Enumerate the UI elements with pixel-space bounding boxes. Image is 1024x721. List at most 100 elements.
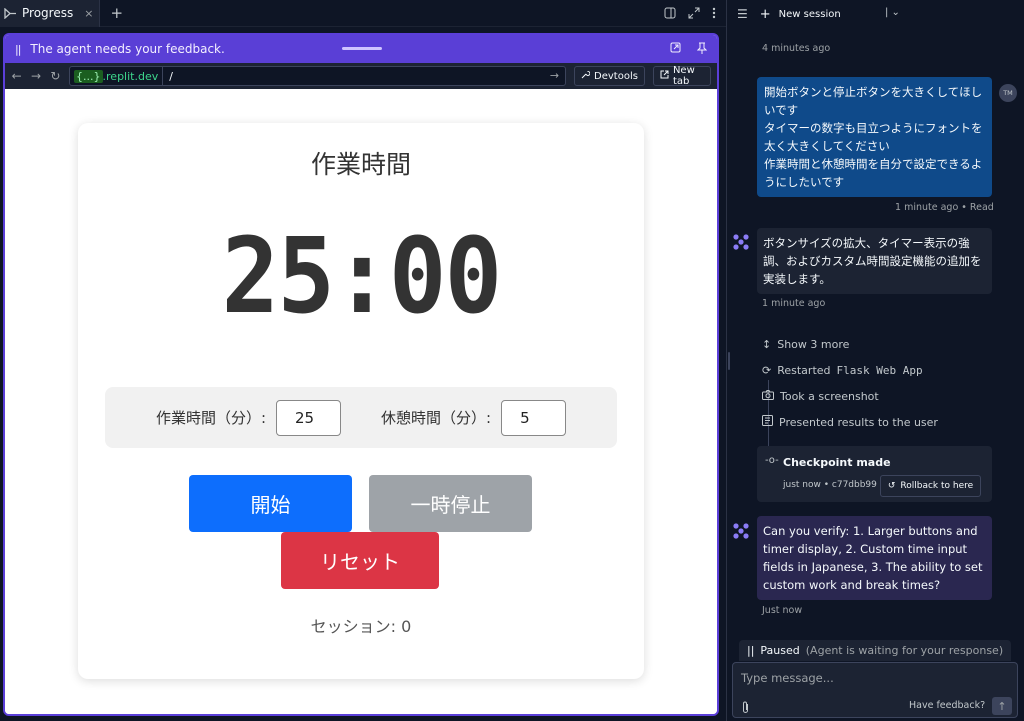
url-bar: ← → ↻ {...} .replit.dev / → Devtools New… — [5, 63, 717, 89]
forward-icon[interactable]: → — [30, 69, 41, 83]
webview-panel: || The agent needs your feedback. ← → ↻ … — [3, 33, 719, 716]
domain-prefix: {...} — [74, 69, 103, 83]
work-time-label: 作業時間（分）: — [155, 409, 266, 427]
agent-message: ボタンサイズの拡大、タイマー表示の強調、およびカスタム時間設定機能の追加を実装し… — [757, 228, 992, 294]
user-message: 開始ボタンと停止ボタンを大きくしてほしいです タイマーの数字も目立つようにフォン… — [757, 77, 992, 197]
external-link-icon — [660, 70, 669, 82]
show-more-label: Show 3 more — [777, 337, 850, 351]
send-icon[interactable]: ↑ — [992, 697, 1012, 715]
new-tab-button[interactable]: New tab — [652, 65, 712, 87]
agent-message-text: ボタンサイズの拡大、タイマー表示の強調、およびカスタム時間設定機能の追加を実装し… — [763, 236, 982, 286]
message-composer: Type message... Have feedback? ↑ — [732, 662, 1018, 718]
url-path: / — [169, 69, 173, 83]
chat-header: ☰ + New session | ⌄ — [727, 0, 1024, 28]
paused-sub: (Agent is waiting for your response) — [805, 644, 1004, 657]
agent-question-time: Just now — [762, 605, 803, 616]
agent-message-time: 1 minute ago — [762, 298, 826, 309]
user-message-time: 1 minute ago — [895, 202, 959, 213]
action-restart-prefix: Restarted — [777, 363, 831, 377]
more-vertical-icon[interactable] — [712, 4, 716, 23]
reset-button[interactable]: リセット — [281, 532, 439, 589]
rollback-label: Rollback to here — [900, 481, 974, 491]
address-field[interactable]: {...} .replit.dev / → — [69, 66, 567, 86]
rollback-icon: ↺ — [887, 481, 896, 491]
pause-button[interactable]: 一時停止 — [369, 475, 532, 532]
resize-grip[interactable] — [728, 352, 730, 370]
start-button[interactable]: 開始 — [189, 475, 352, 532]
url-domain: {...} .replit.dev — [70, 67, 164, 85]
split-view-icon[interactable] — [664, 4, 676, 23]
tab-label: Progress — [22, 6, 74, 20]
avatar: TM — [999, 84, 1017, 102]
new-tab-label: New tab — [672, 65, 695, 87]
agent-icon — [733, 523, 749, 539]
new-session-button[interactable]: New session — [779, 9, 841, 20]
checkpoint-time: just now — [783, 480, 821, 490]
break-time-label: 休憩時間（分）: — [381, 409, 492, 427]
wrench-icon — [581, 70, 591, 82]
tab-bar: Progress × + — [0, 0, 726, 27]
work-setting: 作業時間（分）: 25 — [155, 399, 341, 436]
devtools-label: Devtools — [594, 70, 638, 82]
action-presented-label: Presented results to the user — [779, 415, 938, 429]
pause-icon: || — [15, 42, 22, 56]
popout-icon[interactable] — [670, 42, 681, 56]
camera-icon — [762, 389, 774, 403]
user-message-meta: 1 minute ago • Read — [895, 202, 994, 213]
drag-handle[interactable] — [342, 47, 382, 50]
paused-label: Paused — [760, 644, 800, 657]
pane-divider[interactable] — [726, 0, 727, 721]
agent-question-text: Can you verify: 1. Larger buttons and ti… — [763, 524, 983, 592]
back-icon[interactable]: ← — [11, 69, 22, 83]
session-counter: セッション: 0 — [310, 617, 412, 636]
action-screenshot: Took a screenshot — [762, 388, 879, 404]
checkpoint-hash[interactable]: c77dbb99 — [832, 480, 877, 490]
rollback-button[interactable]: ↺ Rollback to here — [880, 475, 981, 497]
action-screenshot-label: Took a screenshot — [780, 389, 879, 403]
ide-window: Progress × + || The agent needs your fee… — [0, 0, 1024, 721]
close-tab-icon[interactable]: × — [84, 7, 93, 20]
expand-icon[interactable] — [688, 4, 700, 23]
list-icon[interactable]: ☰ — [737, 7, 748, 21]
checklist-icon — [762, 415, 773, 429]
agent-question: Can you verify: 1. Larger buttons and ti… — [757, 516, 992, 600]
timestamp: 4 minutes ago — [762, 43, 831, 54]
checkpoint-meta: just now • c77dbb99 — [783, 480, 877, 490]
show-more-button[interactable]: ↕ Show 3 more — [762, 336, 849, 352]
plus-icon[interactable]: + — [760, 7, 771, 22]
feedback-message: The agent needs your feedback. — [30, 42, 225, 56]
action-restart-target: Flask Web App — [836, 363, 923, 377]
go-arrow-icon[interactable]: → — [550, 69, 559, 82]
action-restart: ⟳ Restarted Flask Web App — [762, 362, 923, 378]
timer-card: 作業時間 25:00 作業時間（分）: 25 休憩時間（分）: 5 開始 一時停… — [78, 123, 644, 679]
tab-progress[interactable]: Progress × — [0, 0, 101, 27]
restart-icon: ⟳ — [762, 363, 772, 377]
message-input[interactable]: Type message... — [741, 671, 834, 685]
user-message-text: 開始ボタンと停止ボタンを大きくしてほしいです タイマーの数字も目立つようにフォン… — [764, 85, 983, 189]
reload-icon[interactable]: ↻ — [50, 69, 61, 83]
break-setting: 休憩時間（分）: 5 — [381, 399, 567, 436]
progress-icon — [4, 7, 17, 19]
checkpoint-card: -o- Checkpoint made just now • c77dbb99 … — [757, 446, 992, 502]
pin-icon[interactable] — [696, 42, 708, 57]
settings-panel: 作業時間（分）: 25 休憩時間（分）: 5 — [105, 387, 617, 448]
checkpoint-icon: -o- — [765, 455, 779, 466]
chevron-down-icon[interactable]: | ⌄ — [885, 7, 900, 18]
feedback-banner: || The agent needs your feedback. — [5, 35, 717, 63]
read-status: Read — [969, 202, 994, 213]
add-tab-button[interactable]: + — [110, 4, 123, 22]
break-time-input[interactable]: 5 — [501, 399, 567, 436]
mode-title: 作業時間 — [310, 150, 411, 179]
domain-text: .replit.dev — [102, 69, 159, 83]
rendered-app: 作業時間 25:00 作業時間（分）: 25 休憩時間（分）: 5 開始 一時停… — [5, 89, 717, 714]
pause-icon: || — [747, 644, 755, 657]
work-time-input[interactable]: 25 — [276, 399, 341, 436]
checkpoint-title: Checkpoint made — [783, 456, 891, 469]
feedback-link[interactable]: Have feedback? — [909, 700, 985, 711]
action-presented: Presented results to the user — [762, 414, 938, 430]
paused-status: || Paused (Agent is waiting for your res… — [739, 640, 1011, 661]
attach-icon[interactable] — [741, 701, 750, 717]
timer-display: 25:00 — [221, 215, 503, 337]
agent-icon — [733, 234, 749, 250]
devtools-button[interactable]: Devtools — [574, 66, 645, 86]
